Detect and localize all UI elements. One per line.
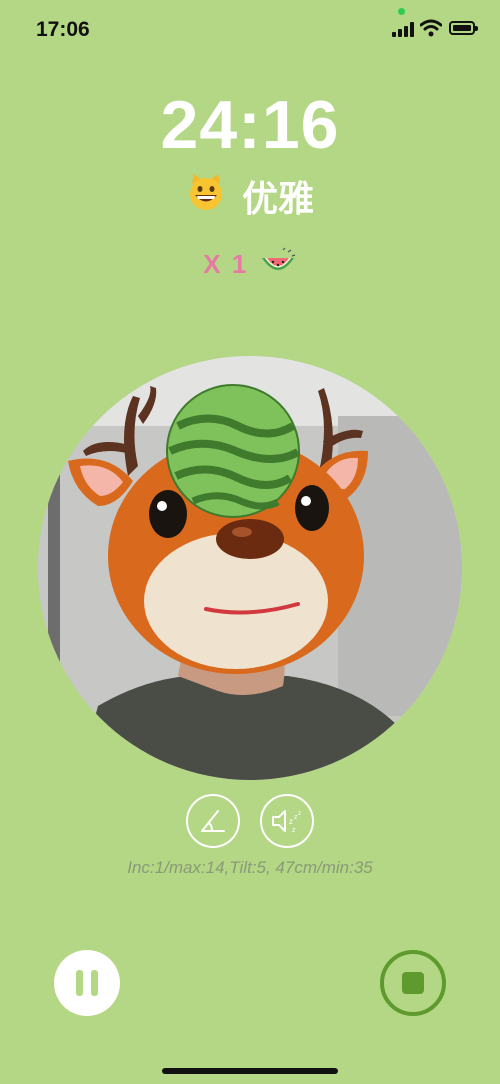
count-text: X 1 bbox=[203, 249, 249, 279]
count-row: X 1 bbox=[0, 246, 500, 283]
sound-toggle-button[interactable]: z z z z bbox=[260, 794, 314, 848]
sensor-info-text: Inc:1/max:14,Tilt:5, 47cm/min:35 bbox=[127, 858, 373, 877]
home-indicator[interactable] bbox=[162, 1068, 338, 1074]
status-time: 17:06 bbox=[36, 18, 90, 41]
deer-mask-overlay bbox=[38, 356, 462, 780]
stop-button[interactable] bbox=[380, 950, 446, 1016]
angle-icon bbox=[201, 810, 225, 832]
signal-icon bbox=[392, 21, 414, 37]
camera-preview bbox=[38, 356, 462, 780]
pause-icon bbox=[76, 970, 83, 996]
sound-off-sleep-icon: z z z z bbox=[272, 810, 301, 834]
svg-text:z: z bbox=[298, 811, 301, 817]
tilt-angle-button[interactable] bbox=[186, 794, 240, 848]
title-row: 优雅 bbox=[0, 170, 500, 222]
stop-icon bbox=[402, 972, 424, 994]
status-bar: 17:06 bbox=[0, 0, 500, 60]
svg-text:z: z bbox=[292, 827, 296, 834]
wifi-icon bbox=[420, 19, 442, 37]
session-title: 优雅 bbox=[242, 178, 315, 219]
watermelon-slice-icon bbox=[259, 246, 297, 283]
mic-indicator-dot bbox=[398, 8, 405, 15]
pause-button[interactable] bbox=[54, 950, 120, 1016]
grinning-cat-icon bbox=[186, 172, 226, 221]
battery-icon bbox=[449, 21, 478, 35]
session-timer: 24:16 bbox=[160, 87, 340, 163]
svg-text:z: z bbox=[289, 817, 293, 826]
